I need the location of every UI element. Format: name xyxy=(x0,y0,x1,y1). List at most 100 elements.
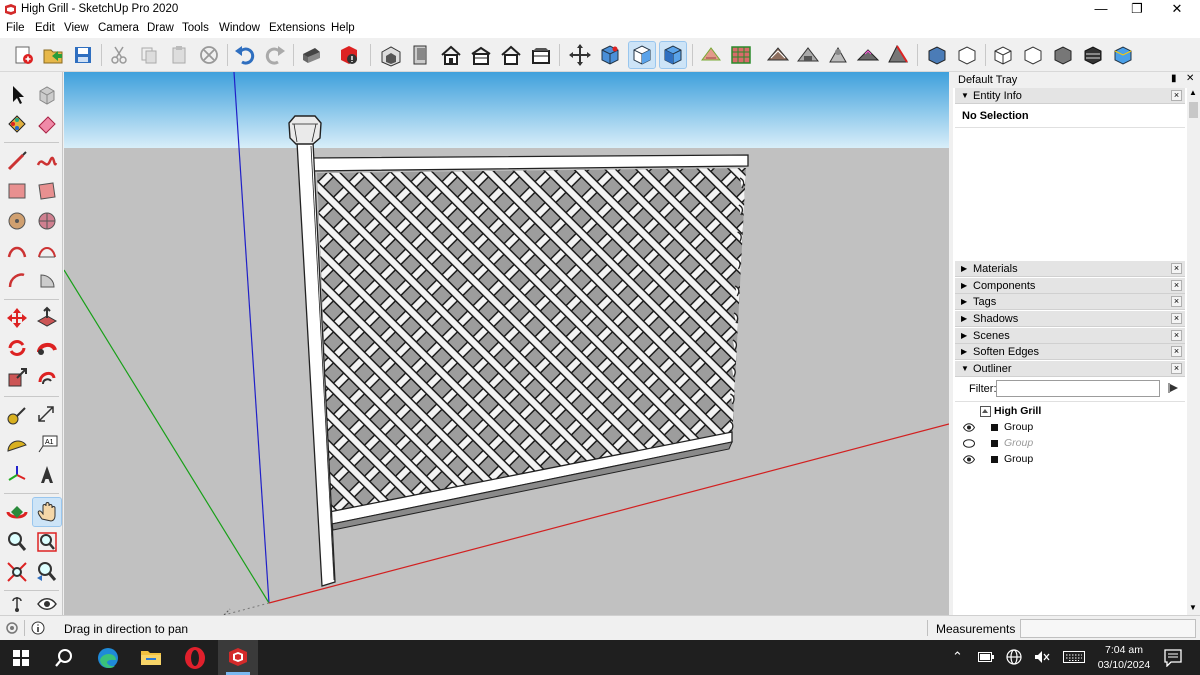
entity-info-close-icon[interactable]: × xyxy=(1171,90,1182,101)
orbit-tool-icon[interactable] xyxy=(3,498,31,526)
erase-selection-icon[interactable] xyxy=(196,42,222,68)
clock-time[interactable]: 7:04 am xyxy=(1098,644,1150,656)
menu-help[interactable]: Help xyxy=(331,22,355,34)
style-textured-icon[interactable] xyxy=(1050,42,1076,68)
undo-icon[interactable] xyxy=(232,42,258,68)
protractor-icon[interactable] xyxy=(3,431,31,459)
tray-close-icon[interactable]: ✕ xyxy=(1186,73,1194,84)
model-viewport[interactable] xyxy=(64,72,949,615)
clock-date[interactable]: 03/10/2024 xyxy=(1094,659,1154,671)
pin-icon[interactable]: ▮ xyxy=(1171,73,1177,84)
style-hidden-line-icon[interactable] xyxy=(990,42,1016,68)
outliner-details-arrow-icon[interactable] xyxy=(1167,381,1181,395)
scroll-down-icon[interactable]: ▼ xyxy=(1189,603,1197,612)
geo-location-icon[interactable] xyxy=(6,622,18,634)
eraser-icon[interactable] xyxy=(33,110,61,138)
rotate-tool-icon[interactable] xyxy=(3,334,31,362)
battery-icon[interactable] xyxy=(978,652,994,663)
make-component-icon[interactable] xyxy=(33,81,61,109)
model-scene[interactable] xyxy=(64,72,949,615)
text-tool-icon[interactable]: A1 xyxy=(33,431,61,459)
style-xray-icon[interactable] xyxy=(1110,42,1136,68)
paint-bucket-icon[interactable] xyxy=(3,110,31,138)
pie-tool-icon[interactable] xyxy=(33,267,61,295)
extension-warehouse-icon[interactable] xyxy=(336,42,362,68)
open-folder-icon[interactable] xyxy=(40,42,66,68)
line-tool-icon[interactable] xyxy=(3,147,31,175)
menu-window[interactable]: Window xyxy=(219,22,260,34)
two-point-arc-icon[interactable] xyxy=(33,237,61,265)
tape-measure-icon[interactable] xyxy=(3,401,31,429)
rectangle-tool-icon[interactable] xyxy=(3,177,31,205)
sandbox-add-detail-icon[interactable] xyxy=(855,42,881,68)
components-panel-header[interactable]: ▶ Components × xyxy=(955,278,1185,294)
style-shaded-textures-icon[interactable] xyxy=(1080,42,1106,68)
top-view-icon[interactable] xyxy=(408,42,434,68)
outliner-row-group-2[interactable]: Group xyxy=(963,436,1163,451)
freehand-tool-icon[interactable] xyxy=(33,147,61,175)
volume-muted-icon[interactable] xyxy=(1034,650,1050,664)
section-plane-icon[interactable] xyxy=(698,42,724,68)
outliner-row-group-1[interactable]: Group xyxy=(963,420,1163,435)
style-wireframe-icon[interactable] xyxy=(954,42,980,68)
materials-panel-header[interactable]: ▶ Materials × xyxy=(955,261,1185,277)
arc-tool-icon[interactable] xyxy=(3,237,31,265)
zoom-extents-icon[interactable] xyxy=(3,558,31,586)
cut-icon[interactable] xyxy=(106,42,132,68)
scrollbar-thumb[interactable] xyxy=(1189,102,1198,118)
outliner-close-icon[interactable]: × xyxy=(1171,363,1182,374)
sandbox-flip-edge-icon[interactable] xyxy=(885,42,911,68)
right-view-icon[interactable] xyxy=(468,42,494,68)
hidden-line-style-icon[interactable] xyxy=(628,41,656,69)
notifications-icon[interactable] xyxy=(1164,649,1182,667)
keyboard-icon[interactable] xyxy=(1063,651,1085,663)
pan-tool-icon[interactable] xyxy=(32,497,62,527)
push-pull-icon[interactable] xyxy=(33,304,61,332)
style-monochrome-icon[interactable] xyxy=(1020,42,1046,68)
orbit-pan-icon[interactable] xyxy=(567,42,593,68)
style-shaded-icon[interactable] xyxy=(924,42,950,68)
shadows-panel-header[interactable]: ▶ Shadows × xyxy=(955,311,1185,327)
follow-me-icon[interactable] xyxy=(33,334,61,362)
scenes-panel-header[interactable]: ▶ Scenes × xyxy=(955,328,1185,344)
shadows-close-icon[interactable]: × xyxy=(1171,313,1182,324)
select-tool-icon[interactable] xyxy=(3,81,31,109)
soften-edges-panel-header[interactable]: ▶ Soften Edges × xyxy=(955,344,1185,360)
measurements-input[interactable] xyxy=(1020,619,1196,638)
close-window-button[interactable]: ✕ xyxy=(1154,0,1200,20)
shaded-style-icon[interactable] xyxy=(659,41,687,69)
outliner-row-group-3[interactable]: Group xyxy=(963,452,1163,467)
eye-visible-icon[interactable] xyxy=(963,455,975,464)
menu-extensions[interactable]: Extensions xyxy=(269,22,325,34)
network-globe-icon[interactable] xyxy=(1006,649,1022,665)
components-close-icon[interactable]: × xyxy=(1171,280,1182,291)
menu-tools[interactable]: Tools xyxy=(182,22,209,34)
menu-camera[interactable]: Camera xyxy=(98,22,139,34)
windows-start-icon[interactable] xyxy=(13,650,29,666)
tray-scrollbar[interactable]: ▲ ▼ xyxy=(1187,88,1200,615)
file-explorer-icon[interactable] xyxy=(140,648,162,666)
show-hidden-icons-icon[interactable]: ⌃ xyxy=(952,649,963,665)
print-icon[interactable] xyxy=(298,42,324,68)
sandbox-smoove-icon[interactable] xyxy=(765,42,791,68)
sandbox-stamp-icon[interactable] xyxy=(795,42,821,68)
zoom-tool-icon[interactable] xyxy=(3,528,31,556)
save-icon[interactable] xyxy=(70,42,96,68)
rotated-rectangle-icon[interactable] xyxy=(33,177,61,205)
three-d-text-icon[interactable] xyxy=(33,461,61,489)
iso-view-icon[interactable] xyxy=(378,42,404,68)
menu-file[interactable]: File xyxy=(6,22,25,34)
paste-icon[interactable] xyxy=(166,42,192,68)
scenes-close-icon[interactable]: × xyxy=(1171,330,1182,341)
sandbox-drape-icon[interactable] xyxy=(825,42,851,68)
scale-tool-icon[interactable] xyxy=(3,364,31,392)
menu-view[interactable]: View xyxy=(64,22,89,34)
xray-style-icon[interactable] xyxy=(597,42,623,68)
search-icon[interactable] xyxy=(54,648,74,668)
left-view-icon[interactable] xyxy=(528,42,554,68)
sketchup-taskbar-button[interactable] xyxy=(218,640,258,675)
polygon-tool-icon[interactable] xyxy=(33,207,61,235)
outliner-filter-input[interactable] xyxy=(996,380,1160,397)
move-tool-icon[interactable] xyxy=(3,304,31,332)
redo-icon[interactable] xyxy=(262,42,288,68)
